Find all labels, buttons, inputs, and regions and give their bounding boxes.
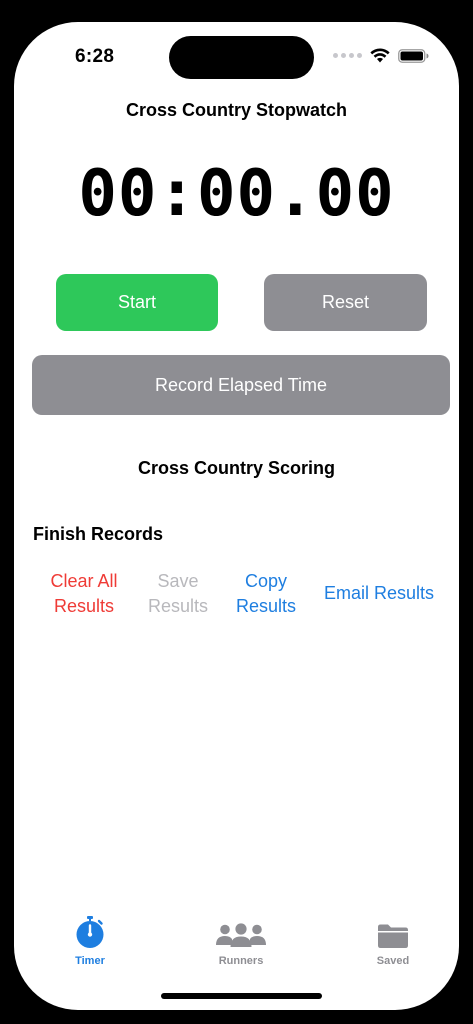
reset-button[interactable]: Reset <box>264 274 427 331</box>
people-icon <box>215 915 267 949</box>
page-title: Cross Country Stopwatch <box>125 100 348 120</box>
copy-results-button[interactable]: Copy Results <box>226 569 306 619</box>
stopwatch-icon <box>74 915 106 949</box>
record-elapsed-time-button[interactable]: Record Elapsed Time <box>32 355 450 415</box>
tab-timer[interactable]: Timer <box>35 915 145 967</box>
copy-label-line1: Copy <box>244 571 288 591</box>
clear-all-results-button[interactable]: Clear All Results <box>38 569 130 619</box>
signal-dots-icon <box>333 53 362 58</box>
status-indicators <box>333 48 429 63</box>
tab-runners[interactable]: Runners <box>186 915 296 967</box>
start-button[interactable]: Start <box>56 274 218 331</box>
scoring-title: Cross Country Scoring <box>137 458 336 478</box>
finish-records-title: Finish Records <box>33 524 164 544</box>
status-time: 6:28 <box>75 46 115 67</box>
elapsed-time-display: 00:00.00 <box>78 157 395 231</box>
tab-runners-label: Runners <box>218 955 264 967</box>
phone-screen: 6:28 Cross Country Stopwatch 00:00.00 St… <box>14 22 459 1010</box>
clear-label-line1: Clear All <box>50 571 118 591</box>
save-label-line2: Results <box>147 596 209 616</box>
copy-label-line2: Results <box>235 596 297 616</box>
battery-icon <box>398 48 429 63</box>
tab-saved-label: Saved <box>376 955 410 967</box>
dynamic-island <box>169 36 314 79</box>
tab-saved[interactable]: Saved <box>338 915 448 967</box>
tab-timer-label: Timer <box>75 955 105 967</box>
save-results-button[interactable]: Save Results <box>138 569 218 619</box>
clear-label-line2: Results <box>53 596 115 616</box>
save-label-line1: Save <box>157 571 199 591</box>
folder-icon <box>377 915 409 949</box>
wifi-icon <box>370 48 390 63</box>
home-indicator[interactable] <box>161 993 322 999</box>
email-results-button[interactable]: Email Results <box>314 581 444 606</box>
